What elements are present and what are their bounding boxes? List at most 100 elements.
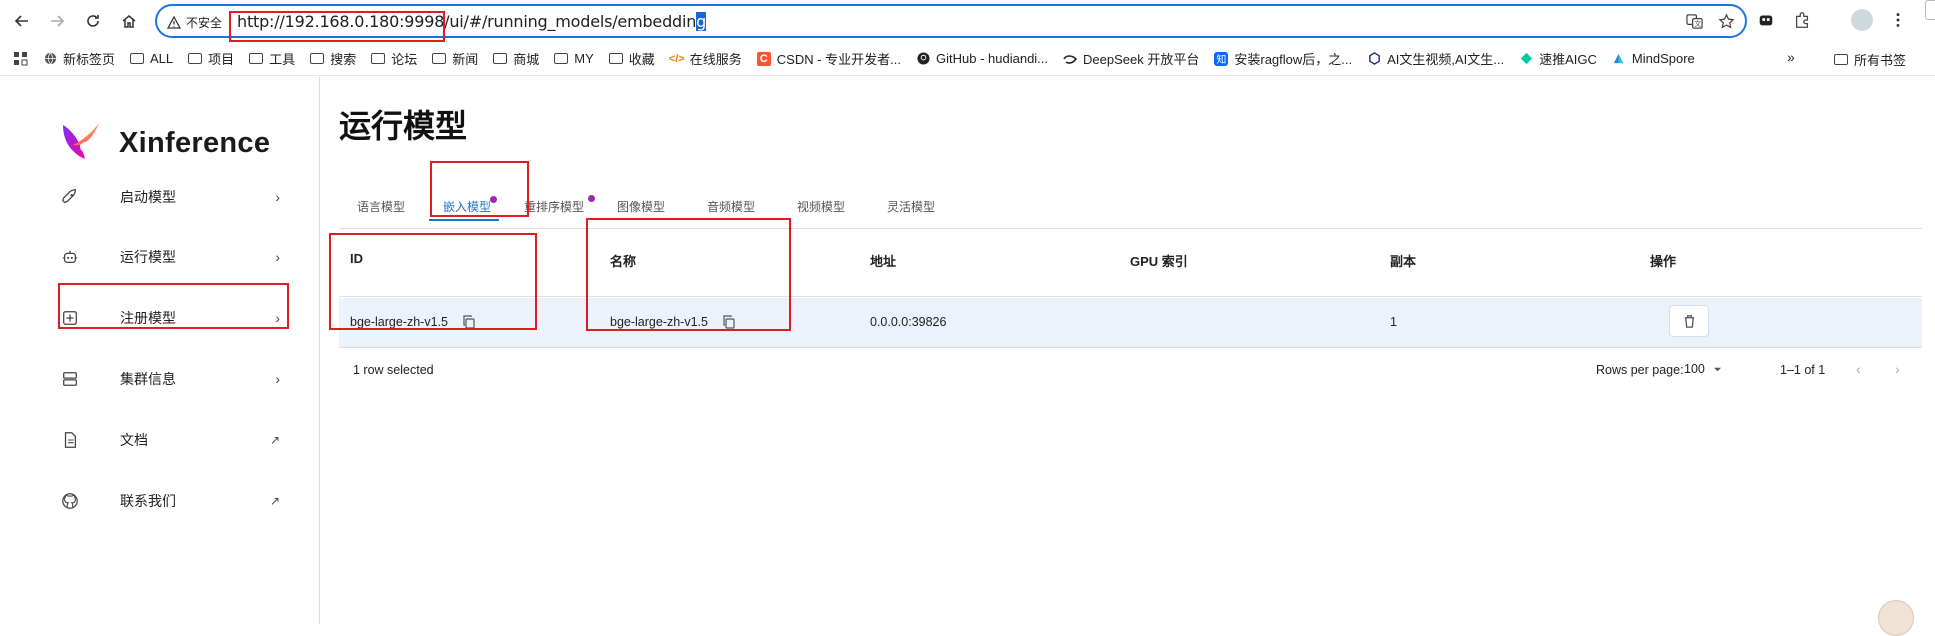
csdn-icon: C: [756, 51, 771, 66]
external-link-icon: ↗: [269, 494, 280, 508]
kebab-menu-icon[interactable]: [1887, 9, 1909, 31]
sidebar-item-docs[interactable]: 文档 ↗: [60, 420, 290, 460]
bookmark-folder-favorites[interactable]: 收藏: [608, 49, 655, 68]
bookmark-zhihu[interactable]: 知安装ragflow后，之...: [1214, 49, 1352, 68]
table-row[interactable]: bge-large-zh-v1.5 bge-large-zh-v1.5 0.0.…: [339, 298, 1922, 348]
column-header-address[interactable]: 地址: [870, 251, 896, 270]
tab-image-models[interactable]: 图像模型: [605, 184, 677, 228]
bookmark-folder-all[interactable]: ALL: [130, 51, 173, 66]
svg-text:文: 文: [1694, 19, 1701, 28]
home-button[interactable]: [117, 9, 141, 33]
deepseek-icon: [1063, 52, 1078, 66]
back-button[interactable]: [10, 9, 34, 33]
tab-embedding-models[interactable]: 嵌入模型: [431, 184, 503, 228]
tab-language-models[interactable]: 语言模型: [345, 184, 417, 228]
folder-icon: [249, 53, 264, 64]
server-icon: [60, 369, 80, 389]
xinference-logo-icon: [63, 123, 99, 159]
notification-dot: [490, 196, 497, 203]
folder-icon: [608, 53, 623, 64]
tab-video-models[interactable]: 视频模型: [785, 184, 857, 228]
arrow-left-icon: [14, 15, 28, 27]
profile-avatar[interactable]: [1851, 9, 1873, 31]
extension-icon[interactable]: [1755, 9, 1777, 31]
notification-dot: [588, 195, 595, 202]
column-header-actions: 操作: [1650, 254, 1677, 269]
apps-grid-icon[interactable]: [14, 51, 28, 66]
bookmark-folder-search[interactable]: 搜索: [310, 49, 356, 68]
chevron-right-icon: ›: [275, 371, 280, 387]
trash-icon: [1684, 314, 1694, 328]
copy-icon[interactable]: [462, 315, 476, 329]
folder-icon: [1834, 53, 1848, 65]
security-label: 不安全: [186, 16, 223, 30]
tab-flexible-models[interactable]: 灵活模型: [875, 184, 947, 228]
sidebar-item-cluster-info[interactable]: 集群信息 ›: [60, 359, 290, 399]
bookmark-mindspore[interactable]: MindSpore: [1612, 51, 1695, 66]
folder-icon: [310, 53, 325, 64]
brand-name: Xinference: [119, 126, 271, 159]
bookmark-online-service[interactable]: </> 在线服务: [669, 49, 742, 68]
address-bar[interactable]: 不安全 http://192.168.0.180:9998/ui/#/runni…: [155, 4, 1747, 38]
tab-rerank-models[interactable]: 重排序模型: [511, 184, 597, 228]
bookmark-csdn[interactable]: C CSDN - 专业开发者...: [756, 49, 901, 68]
rows-per-page-label: Rows per page:: [1596, 363, 1684, 377]
globe-icon: [43, 52, 57, 66]
copy-icon[interactable]: [722, 315, 736, 329]
model-type-tabs: 语言模型 嵌入模型 重排序模型 图像模型 音频模型 视频模型 灵活模型: [339, 184, 1922, 229]
bookmark-aigc[interactable]: 速推AIGC: [1519, 49, 1597, 68]
bookmark-folder-tools[interactable]: 工具: [249, 49, 295, 68]
rocket-icon: [60, 187, 80, 207]
url-text[interactable]: http://192.168.0.180:9998/ui/#/running_m…: [237, 12, 706, 31]
ai-icon: [1367, 52, 1381, 66]
running-models-table: ID 名称 地址 GPU 索引 副本 操作 bge-large-zh-v1.5 …: [339, 229, 1922, 377]
forward-button[interactable]: [45, 9, 69, 33]
column-header-replicas[interactable]: 副本: [1390, 251, 1416, 270]
bookmark-folder-my[interactable]: MY: [554, 51, 594, 66]
bookmark-all-bookmarks[interactable]: 所有书签: [1834, 42, 1906, 76]
rows-per-page-select[interactable]: 100: [1684, 362, 1722, 376]
github-icon: [60, 491, 80, 511]
bookmark-github[interactable]: GitHub - hudiandi...: [916, 51, 1048, 66]
sidebar-item-running-models[interactable]: 运行模型 ›: [60, 237, 290, 277]
column-header-id[interactable]: ID: [350, 251, 363, 266]
sidebar-item-contact-us[interactable]: 联系我们 ↗: [60, 481, 290, 521]
tab-audio-models[interactable]: 音频模型: [695, 184, 767, 228]
bookmark-deepseek[interactable]: DeepSeek 开放平台: [1063, 49, 1199, 68]
folder-icon: [493, 53, 508, 64]
column-header-name[interactable]: 名称: [610, 251, 636, 270]
bookmark-folder-mall[interactable]: 商城: [493, 49, 539, 68]
bookmark-folder-forum[interactable]: 论坛: [371, 49, 417, 68]
delete-button[interactable]: [1669, 305, 1709, 337]
chevron-right-icon: ›: [275, 249, 280, 265]
bookmark-folder-projects[interactable]: 项目: [188, 49, 234, 68]
bookmark-new-tab[interactable]: 新标签页: [43, 49, 115, 68]
security-indicator[interactable]: 不安全: [167, 14, 222, 31]
folder-icon: [432, 53, 447, 64]
sidebar: Xinference 启动模型 › 运行模型 › 注册模型 › 集群信息 › 文…: [0, 77, 320, 624]
assistant-avatar[interactable]: [1878, 600, 1914, 636]
cell-name: bge-large-zh-v1.5: [610, 315, 736, 329]
previous-page-button[interactable]: ‹: [1856, 361, 1861, 377]
sidebar-item-register-model[interactable]: 注册模型 ›: [60, 298, 290, 338]
puzzle-icon[interactable]: [1791, 9, 1813, 31]
next-page-button[interactable]: ›: [1895, 361, 1900, 377]
warning-icon: [167, 15, 181, 29]
robot-icon: [60, 247, 80, 267]
folder-icon: [188, 53, 203, 64]
star-icon[interactable]: [1717, 12, 1735, 30]
reload-button[interactable]: [81, 9, 105, 33]
bookmarks-more-button[interactable]: »: [1787, 49, 1795, 65]
page-title: 运行模型: [339, 108, 468, 144]
folder-icon: [554, 53, 569, 64]
reload-icon: [87, 15, 99, 27]
sidebar-item-launch-model[interactable]: 启动模型 ›: [60, 177, 290, 217]
brand-logo[interactable]: Xinference: [55, 117, 270, 169]
bookmark-folder-news[interactable]: 新闻: [432, 49, 478, 68]
column-header-gpu-index[interactable]: GPU 索引: [1130, 251, 1188, 270]
mindspore-icon: [1612, 52, 1626, 66]
side-panel-edge[interactable]: [1925, 0, 1935, 20]
translate-icon[interactable]: 文: [1685, 12, 1703, 30]
bookmark-ai-video[interactable]: AI文生视频,AI文生...: [1367, 49, 1504, 68]
active-tab-indicator: [429, 219, 499, 221]
